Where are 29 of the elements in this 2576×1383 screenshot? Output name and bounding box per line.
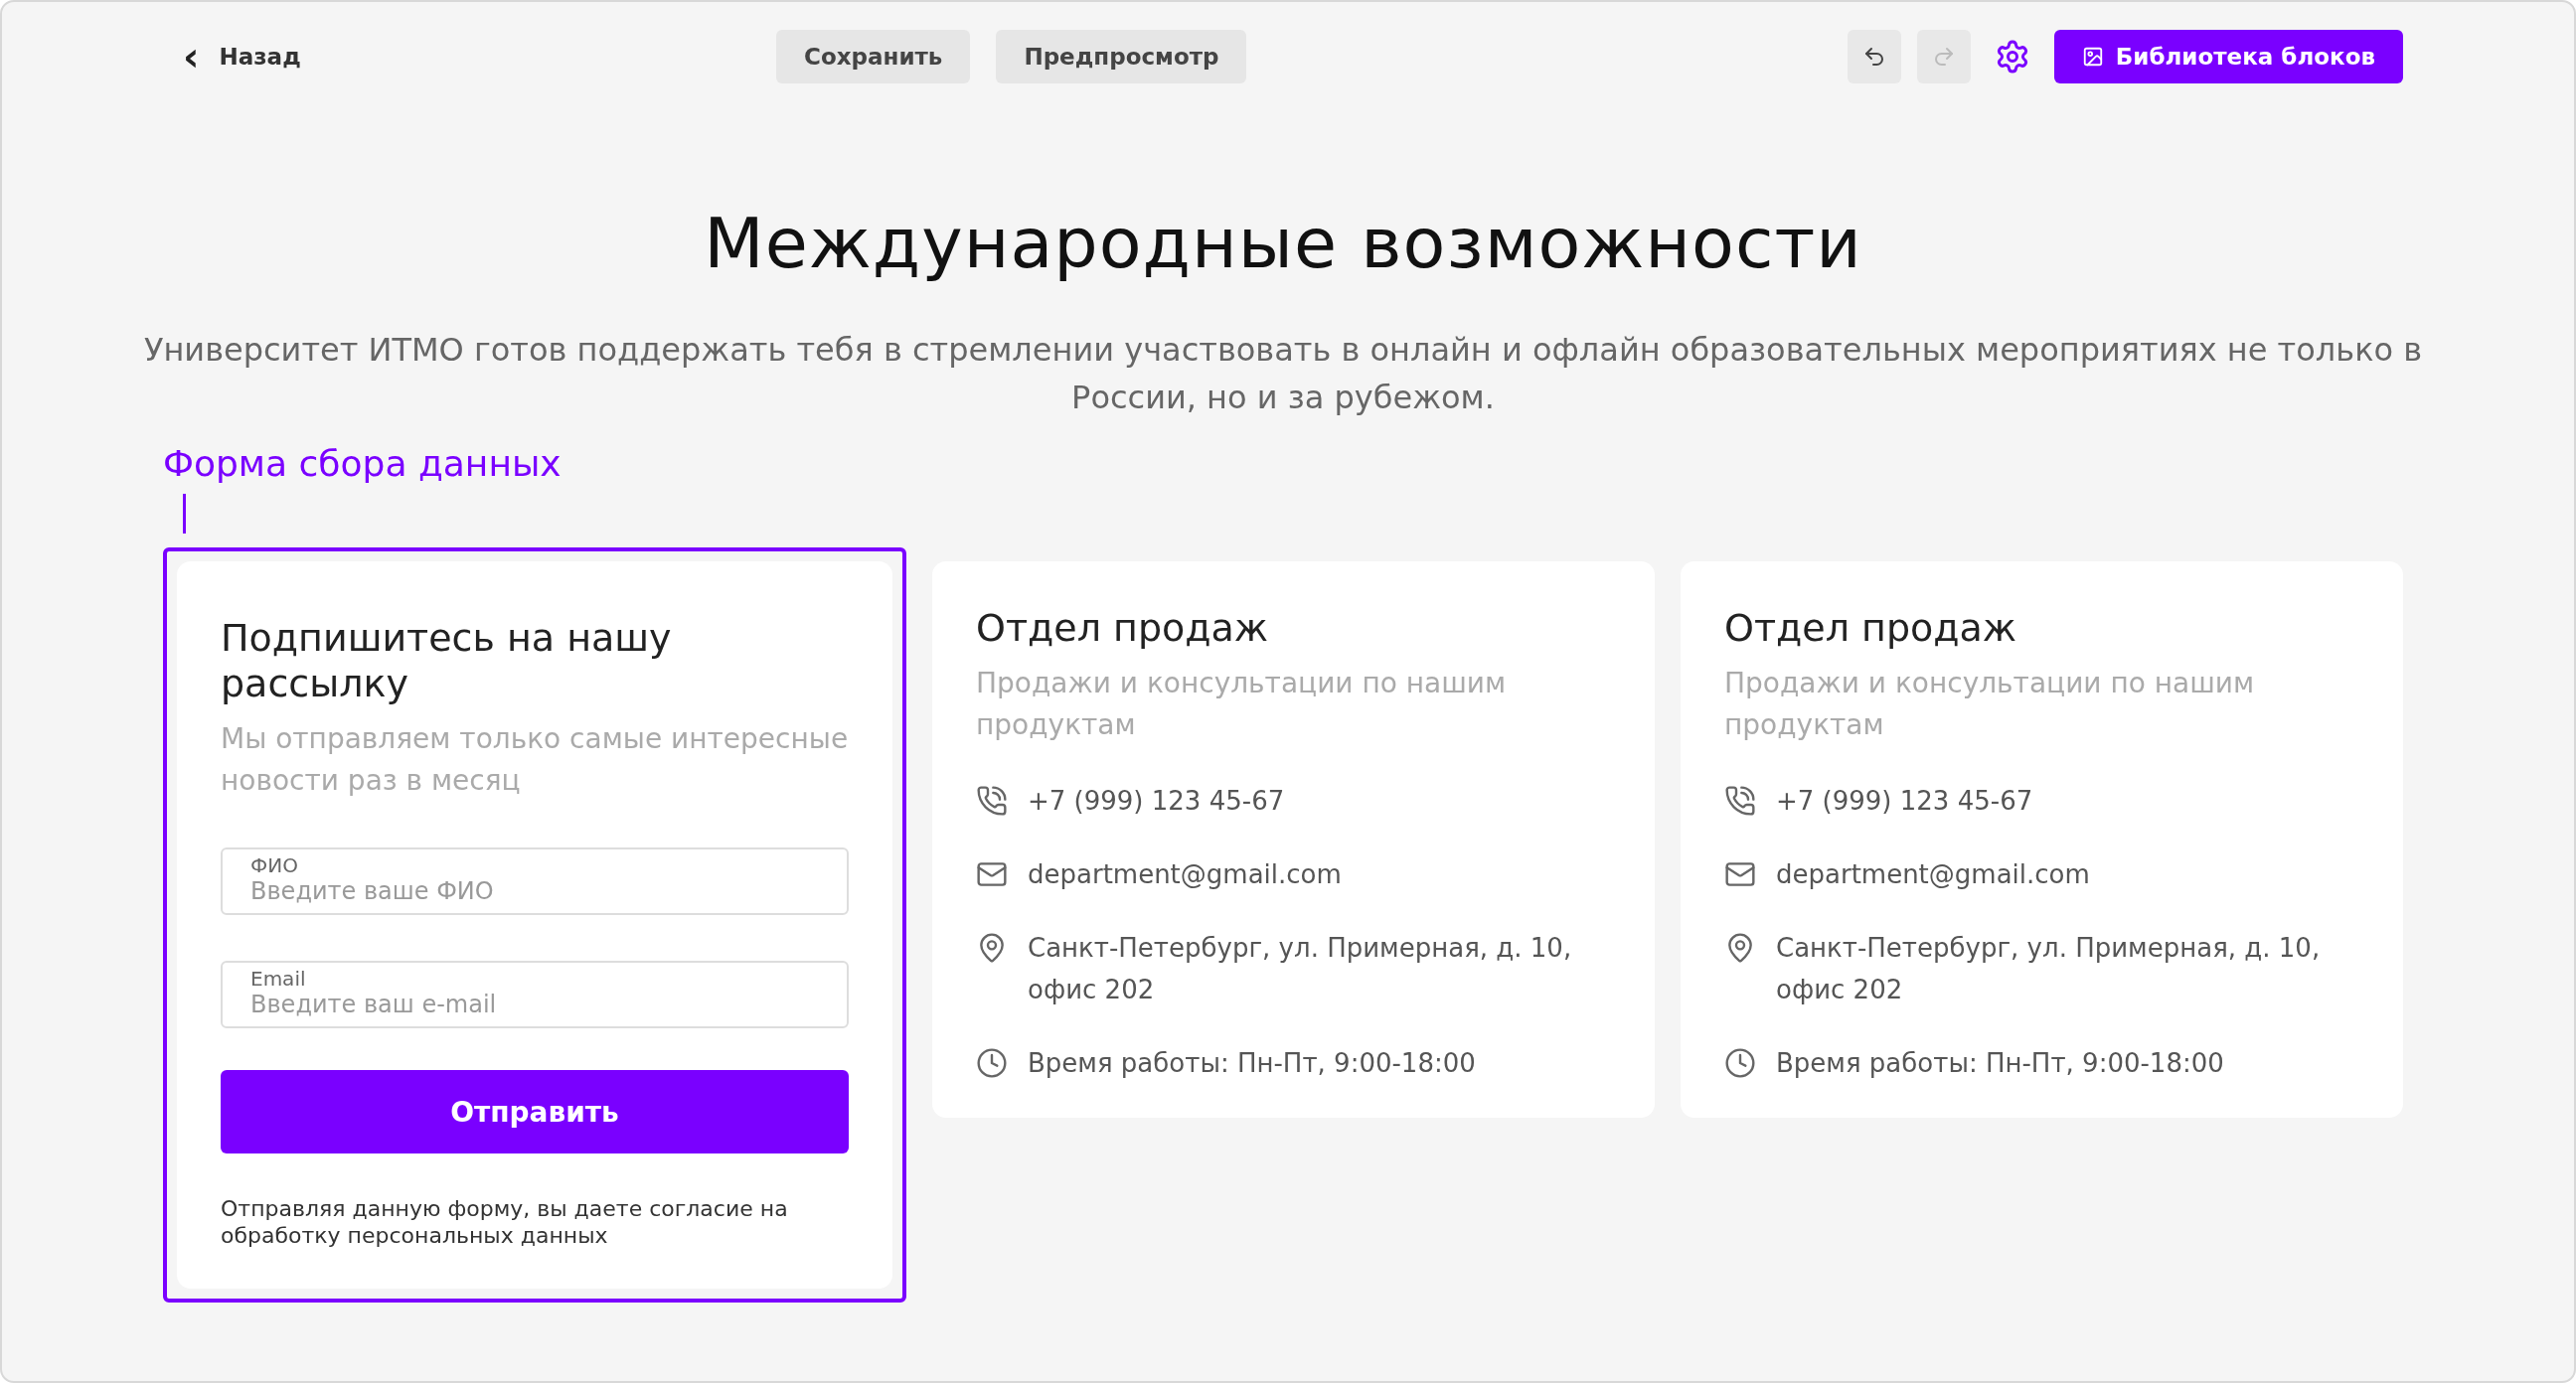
field-label: Email [250,967,307,991]
contact-detail: +7 (999) 123 45-67 [1776,785,2033,818]
page-subtitle: Университет ИТМО готов поддержать тебя в стремлении участвовать в онлайн и офлайн образовательных мероприятиях не только в России, но и за рубежом. [143,330,2423,418]
page-title: Международные возможности [703,203,1863,284]
field-label: ФИО [250,853,299,877]
form-description: Мы отправляем только самые интересные новости раз в месяц [221,721,849,799]
contact-title: Отдел продаж [976,605,1270,651]
selection-label: Форма сбора данных [163,443,563,484]
contact-detail: +7 (999) 123 45-67 [1028,785,1285,818]
contact-description: Продажи и консультации по нашим продуктам [1724,666,2256,743]
contact-detail: Время работы: Пн-Пт, 9:00-18:00 [1776,1047,2224,1080]
undo-button[interactable] [1847,30,1901,83]
toolbar-button[interactable]: Сохранить [776,30,971,83]
input-field[interactable]: Email Введите ваш e-mail [221,961,849,1028]
back-button[interactable]: ‹ Назад [163,37,301,77]
contact-detail: department@gmail.com [1028,858,1342,891]
contact-detail: Санкт-Петербург, ул. Примерная, д. 10, офис 202 [1028,932,1573,1006]
input-field[interactable]: ФИО Введите ваше ФИО [221,847,849,915]
toolbar-button[interactable]: Предпросмотр [996,30,1247,83]
block-library-button[interactable]: Библиотека блоков [2053,30,2403,83]
contact-detail: Время работы: Пн-Пт, 9:00-18:00 [1028,1047,1476,1080]
contact-title: Отдел продаж [1724,605,2018,651]
contact-detail: Санкт-Петербург, ул. Примерная, д. 10, офис 202 [1776,932,2322,1006]
image-icon [2081,46,2104,68]
consent-text: Отправляя данную форму, вы даете согласие на обработку персональных данных [221,1195,789,1249]
submit-button[interactable]: Отправить [221,1070,849,1153]
form-title: Подпишитесь на нашу рассылку [221,615,673,706]
contact-description: Продажи и консультации по нашим продуктам [976,666,1508,743]
contact-detail: department@gmail.com [1776,858,2090,891]
